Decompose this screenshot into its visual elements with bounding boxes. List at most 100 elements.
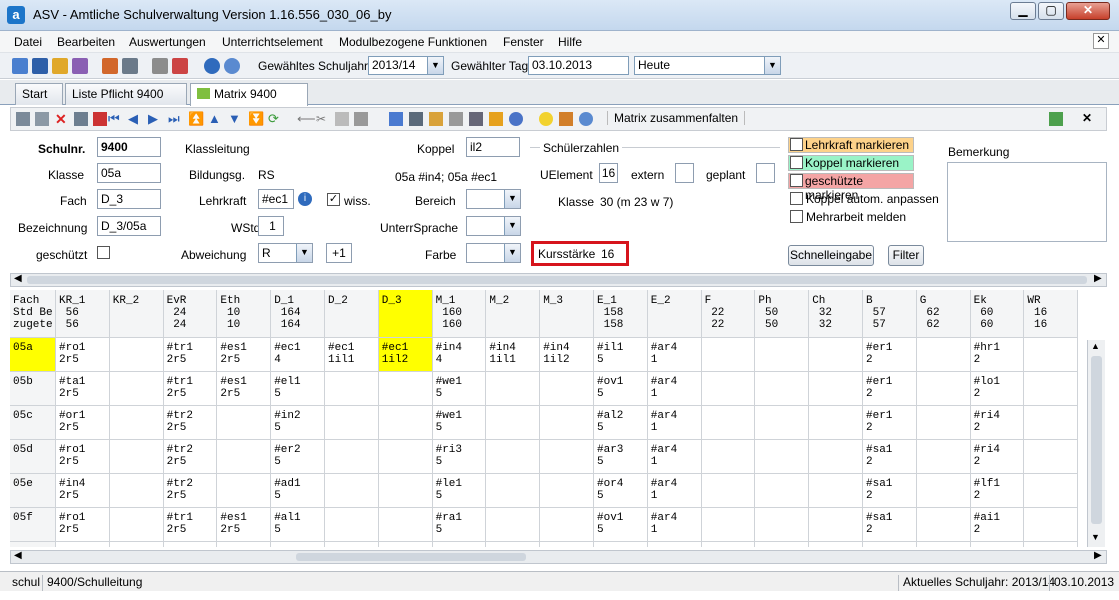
mark-lehrkraft-checkbox[interactable]: [790, 138, 803, 151]
matrix-cell[interactable]: [56, 542, 110, 547]
column-header[interactable]: E_2: [647, 290, 702, 338]
menu-datei[interactable]: Datei: [14, 35, 42, 49]
abweichung-select[interactable]: R ▼: [258, 243, 313, 263]
matrix-cell[interactable]: [1024, 474, 1079, 508]
geschuetzt-checkbox[interactable]: [97, 246, 110, 259]
edit-icon[interactable]: [429, 112, 443, 126]
menu-bearbeiten[interactable]: Bearbeiten: [57, 35, 115, 49]
mehrarbeit-checkbox[interactable]: [790, 210, 803, 223]
matrix-cell[interactable]: [809, 338, 863, 372]
matrix-cell[interactable]: [702, 542, 756, 547]
mark-geschuetzt-checkbox[interactable]: [790, 174, 803, 187]
up-icon[interactable]: ▲: [208, 112, 222, 126]
column-header[interactable]: E_1 158 158: [594, 290, 648, 338]
menu-unterrichtselement[interactable]: Unterrichtselement: [222, 35, 323, 49]
matrix-cell[interactable]: #sa1 2: [863, 440, 917, 474]
grid-horizontal-scrollbar[interactable]: ◀ ▶: [10, 550, 1107, 564]
matrix-cell[interactable]: [917, 542, 971, 547]
next-icon[interactable]: ▶: [148, 112, 162, 126]
matrix-cell[interactable]: [701, 406, 756, 440]
printer-icon[interactable]: [122, 58, 138, 74]
matrix-cell[interactable]: [648, 542, 702, 547]
matrix-cell[interactable]: [109, 440, 164, 474]
minimize-button[interactable]: ▁: [1010, 2, 1036, 20]
matrix-cell[interactable]: [217, 542, 272, 547]
matrix-cell[interactable]: #er2 5: [271, 440, 325, 474]
bezeichnung-field[interactable]: D_3/05a: [97, 216, 161, 236]
schuljahr-select[interactable]: 2013/14 ▼: [368, 56, 444, 75]
matrix-cell[interactable]: [164, 542, 218, 547]
matrix-cell[interactable]: #or1 2r5: [56, 406, 110, 440]
matrix-cell[interactable]: #in4 1il1: [486, 338, 541, 372]
matrix-cell[interactable]: [540, 474, 594, 508]
matrix-cell[interactable]: [1024, 440, 1079, 474]
matrix-cell[interactable]: [378, 474, 433, 508]
koppel-field[interactable]: il2: [466, 137, 520, 157]
document-icon[interactable]: [409, 112, 423, 126]
plus-one-button[interactable]: +1: [326, 243, 352, 263]
schnelleingabe-button[interactable]: Schnelleingabe: [788, 245, 874, 266]
matrix-cell[interactable]: [916, 474, 971, 508]
mark-koppel-checkbox[interactable]: [790, 156, 803, 169]
matrix-cell[interactable]: [378, 440, 433, 474]
matrix-cell[interactable]: [1024, 542, 1079, 547]
matrix-cell[interactable]: [916, 440, 971, 474]
scroll-left-icon[interactable]: ◀: [14, 273, 22, 284]
matrix-cell[interactable]: #tr2 2r5: [163, 406, 218, 440]
tab-matrix[interactable]: Matrix 9400 RS✕: [190, 83, 308, 121]
geplant-field[interactable]: [756, 163, 775, 183]
column-header[interactable]: Ph 50 50: [755, 290, 810, 338]
lehrkraft-field[interactable]: #ec1: [258, 189, 294, 209]
matrix-cell[interactable]: [755, 542, 810, 547]
save-icon[interactable]: [16, 112, 30, 126]
matrix-cell[interactable]: #es1 2r5: [217, 372, 272, 406]
matrix-cell[interactable]: [486, 508, 541, 542]
matrix-cell[interactable]: [540, 508, 594, 542]
matrix-cell[interactable]: #es1 2r5: [217, 508, 272, 542]
collapse-matrix-button[interactable]: Matrix zusammenfalten: [607, 111, 746, 125]
matrix-cell[interactable]: [1024, 338, 1079, 372]
last-icon[interactable]: ⏭: [168, 112, 182, 126]
menu-fenster[interactable]: Fenster: [503, 35, 544, 49]
tab-start[interactable]: Start: [15, 83, 63, 105]
menu-auswertungen[interactable]: Auswertungen: [129, 35, 206, 49]
person-search-icon[interactable]: [389, 112, 403, 126]
matrix-cell[interactable]: [916, 406, 971, 440]
column-header[interactable]: KR_2: [109, 290, 164, 338]
mdi-close-button[interactable]: ✕: [1093, 33, 1109, 49]
heute-select[interactable]: Heute ▼: [634, 56, 781, 75]
matrix-cell[interactable]: #al2 5: [594, 406, 648, 440]
info-icon[interactable]: i: [298, 192, 312, 206]
matrix-cell[interactable]: [325, 474, 379, 508]
matrix-cell[interactable]: [325, 372, 379, 406]
matrix-cell[interactable]: [109, 338, 164, 372]
matrix-cell[interactable]: #al1 5: [271, 508, 325, 542]
matrix-cell[interactable]: #hr1 2: [970, 338, 1025, 372]
matrix-cell[interactable]: #el1 5: [271, 372, 325, 406]
undo-icon[interactable]: [35, 112, 49, 126]
matrix-cell[interactable]: [217, 474, 272, 508]
list-icon[interactable]: [449, 112, 463, 126]
matrix-cell[interactable]: [809, 406, 863, 440]
matrix-cell[interactable]: [809, 542, 863, 547]
matrix-cell[interactable]: [594, 542, 648, 547]
filter-button[interactable]: Filter: [888, 245, 924, 266]
matrix-cell[interactable]: [540, 542, 594, 547]
column-header[interactable]: Ch 32 32: [809, 290, 863, 338]
matrix-cell[interactable]: [863, 542, 917, 547]
matrix-cell[interactable]: [809, 508, 863, 542]
matrix-cell[interactable]: #in4 4: [432, 338, 487, 372]
matrix-cell[interactable]: #ov1 5: [594, 372, 648, 406]
matrix-cell[interactable]: #ro1 2r5: [56, 508, 110, 542]
matrix-cell[interactable]: [916, 372, 971, 406]
column-header[interactable]: Eth 10 10: [217, 290, 272, 338]
matrix-cell[interactable]: [433, 542, 487, 547]
matrix-cell[interactable]: #le1 5: [432, 474, 487, 508]
column-header[interactable]: M_1 160 160: [432, 290, 487, 338]
matrix-cell[interactable]: [486, 372, 541, 406]
matrix-cell[interactable]: #ar4 1: [647, 338, 702, 372]
clock-icon[interactable]: [509, 112, 523, 126]
matrix-cell[interactable]: #ri3 5: [432, 440, 487, 474]
matrix-cell[interactable]: [1024, 372, 1079, 406]
matrix-cell[interactable]: [755, 406, 810, 440]
